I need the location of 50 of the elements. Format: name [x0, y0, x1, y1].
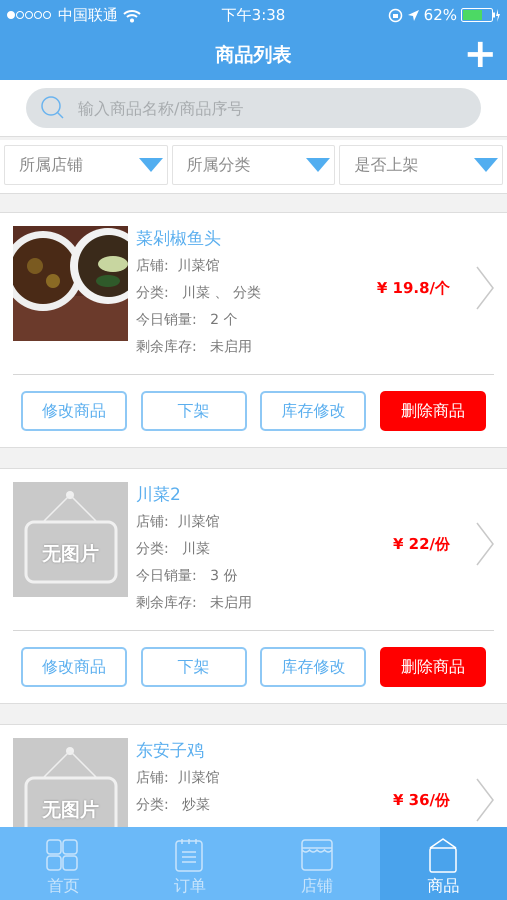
product-detail: 今日销量: 3 份 [136, 567, 238, 586]
dropdown-caret-icon [306, 158, 330, 172]
hanging-sign-icon [24, 490, 118, 584]
delete-button[interactable]: 删除商品 [380, 391, 486, 431]
search-icon [40, 95, 66, 121]
filter-dropdown[interactable]: 所属分类 [172, 145, 336, 185]
product-detail: 剩余库存: 未启用 [136, 338, 254, 357]
battery-icon [461, 8, 501, 22]
signal-icon [6, 9, 54, 21]
tab-item[interactable]: 首页 [0, 827, 127, 900]
product-name[interactable]: 菜剁椒鱼头 [136, 226, 373, 253]
tab-item[interactable]: 商品 [380, 827, 507, 900]
filter-dropdown[interactable]: 所属店铺 [4, 145, 168, 185]
rotation-lock-icon [388, 8, 403, 22]
location-icon [406, 8, 420, 22]
action-button[interactable]: 库存修改 [260, 391, 366, 431]
page-title: 商品列表 [216, 42, 292, 68]
tab-item[interactable]: 订单 [126, 827, 254, 900]
carrier-name: 中国联通 [58, 4, 118, 26]
product-detail: 店铺: 川菜馆 [136, 513, 221, 532]
battery-percent: 62% [424, 4, 457, 26]
product-detail: 分类: 川菜 、 分类 [136, 284, 262, 303]
add-button[interactable]: + [463, 32, 497, 76]
status-time: 下午3:38 [222, 4, 286, 26]
chevron-right-icon[interactable] [476, 778, 494, 822]
product-detail: 今日销量: 2 个 [136, 311, 238, 330]
product-detail: 分类: 川菜 [136, 540, 212, 559]
product-detail: 店铺: 川菜馆 [136, 769, 221, 788]
product-price: ¥ 36/份 [392, 790, 450, 811]
product-name[interactable]: 川菜2 [136, 482, 389, 509]
product-detail: 店铺: 川菜馆 [136, 257, 221, 276]
delete-button[interactable]: 删除商品 [380, 647, 486, 687]
filter-dropdown[interactable]: 是否上架 [339, 145, 504, 185]
action-button[interactable]: 修改商品 [21, 391, 127, 431]
wifi-icon [122, 8, 142, 22]
action-button[interactable]: 修改商品 [21, 647, 127, 687]
action-button[interactable]: 库存修改 [260, 647, 366, 687]
product-price: ¥ 19.8/个 [376, 278, 450, 299]
product-detail: 剩余库存: 未启用 [136, 594, 254, 613]
chevron-right-icon[interactable] [476, 266, 494, 310]
tab-item[interactable]: 店铺 [254, 827, 380, 900]
dropdown-caret-icon [474, 158, 498, 172]
product-detail: 分类: 炒菜 [136, 796, 212, 815]
action-button[interactable]: 下架 [140, 647, 247, 687]
product-name[interactable]: 东安子鸡 [136, 738, 389, 765]
chevron-right-icon[interactable] [476, 522, 494, 566]
storefront-icon [298, 838, 335, 874]
action-button[interactable]: 下架 [140, 391, 247, 431]
dropdown-caret-icon [138, 158, 163, 172]
product-price: ¥ 22/份 [392, 534, 450, 555]
